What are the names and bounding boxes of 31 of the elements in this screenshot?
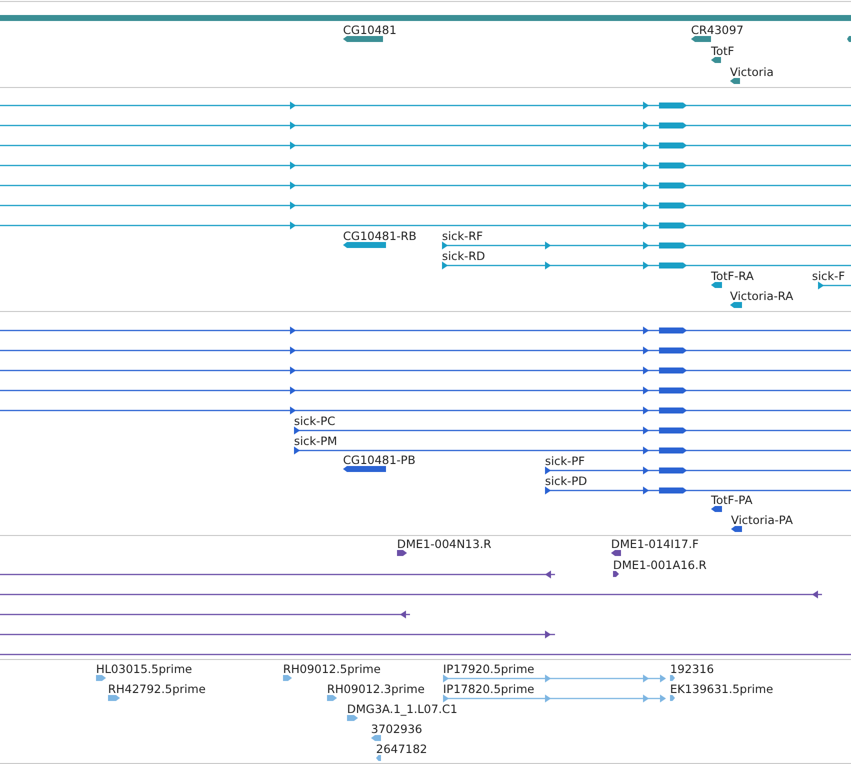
feature-label: IP17920.5prime bbox=[443, 662, 534, 676]
feature-label: Victoria bbox=[730, 65, 774, 79]
feature-label: sick-RD bbox=[442, 249, 486, 263]
feature-label: TotF bbox=[711, 44, 734, 58]
feature-label: sick-PF bbox=[545, 454, 585, 468]
feature-label: Victoria-RA bbox=[730, 289, 794, 303]
feature-label: CG10481 bbox=[343, 23, 397, 37]
feature-label: RH09012.5prime bbox=[283, 662, 381, 676]
feature-label: TotF-RA bbox=[711, 269, 754, 283]
feature-label: DME1-004N13.R bbox=[397, 537, 492, 551]
feature-label: sick-PM bbox=[294, 434, 338, 448]
feature-label: 3702936 bbox=[371, 722, 422, 736]
feature-label: sick-RF bbox=[442, 229, 483, 243]
feature-label: 2647182 bbox=[376, 742, 428, 756]
feature-label: Victoria-PA bbox=[731, 513, 793, 527]
feature-label: sick-PC bbox=[294, 414, 336, 428]
feature-label: DMG3A.1_1.L07.C1 bbox=[347, 702, 458, 716]
feature-label: DME1-001A16.R bbox=[613, 558, 707, 572]
feature-label: EK139631.5prime bbox=[670, 682, 774, 696]
feature-label: CG10481-RB bbox=[343, 229, 417, 243]
feature-label: HL03015.5prime bbox=[96, 662, 192, 676]
feature-label: RH42792.5prime bbox=[108, 682, 206, 696]
feature-label: CR43097 bbox=[691, 23, 744, 37]
feature-label: RH09012.3prime bbox=[327, 682, 425, 696]
feature-label: sick-F bbox=[812, 269, 845, 283]
feature-label: CG10481-PB bbox=[343, 453, 416, 467]
feature-label: TotF-PA bbox=[711, 493, 752, 507]
feature-label: 192316 bbox=[670, 662, 714, 676]
feature-label: sick-PD bbox=[545, 474, 588, 488]
feature-label: DME1-014I17.F bbox=[611, 537, 699, 551]
feature-label: IP17820.5prime bbox=[443, 682, 534, 696]
